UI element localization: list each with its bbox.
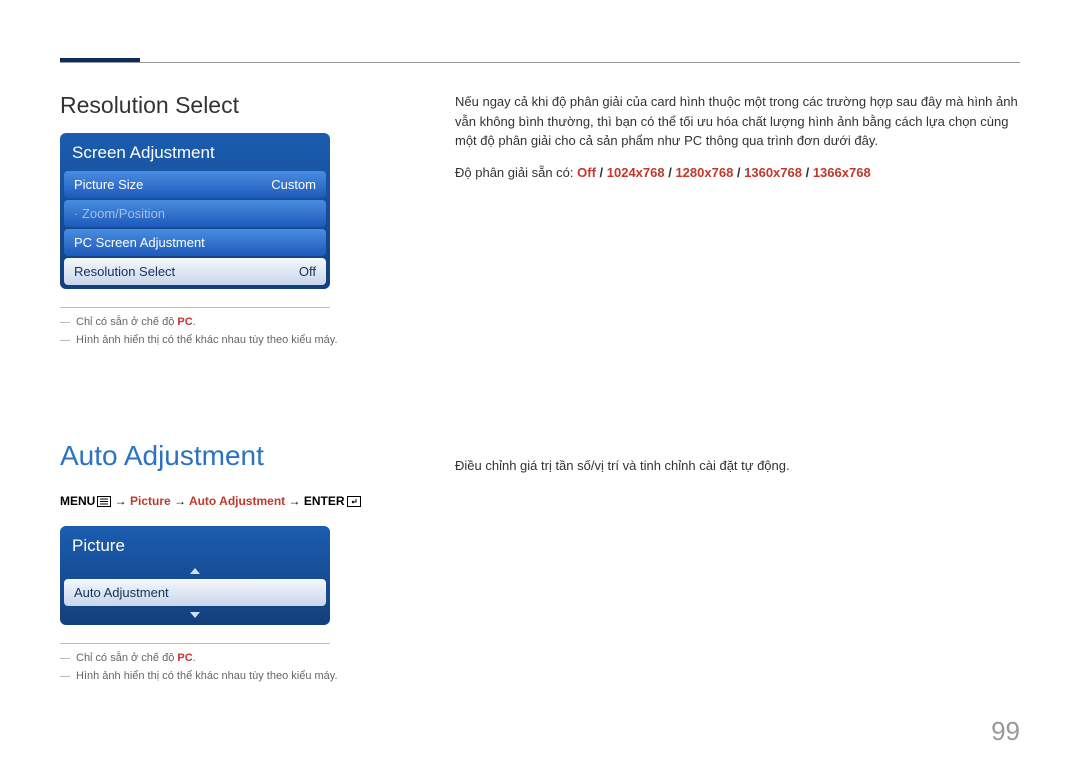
note-image-vary: Hình ảnh hiển thị có thể khác nhau tùy t…: [60, 670, 400, 682]
nav-arrow: →: [111, 494, 130, 508]
opt-1024: 1024x768: [607, 165, 665, 180]
sep: /: [733, 165, 744, 180]
osd-row-value: Off: [299, 264, 316, 279]
sep: /: [596, 165, 607, 180]
section-auto-adjustment-right: Điều chỉnh giá trị tần số/vị trí và tinh…: [455, 456, 1020, 490]
notes-divider: [60, 643, 330, 644]
avail-prefix: Độ phân giải sẵn có:: [455, 165, 577, 180]
note-text-suffix: .: [193, 316, 196, 328]
nav-breadcrumb: MENU → Picture → Auto Adjustment → ENTER: [60, 494, 400, 508]
note-pc-label: PC: [177, 652, 192, 664]
header-rule: [60, 62, 1020, 63]
section-auto-adjustment-left: Auto Adjustment MENU → Picture → Auto Ad…: [60, 440, 400, 688]
nav-picture: Picture: [130, 494, 171, 508]
opt-off: Off: [577, 165, 596, 180]
note-pc-only: Chỉ có sẵn ở chế độ PC.: [60, 316, 400, 328]
osd-row-label: Resolution Select: [74, 264, 175, 279]
osd-header: Picture: [62, 528, 328, 564]
osd-panel-screen-adjustment: Screen Adjustment Picture Size Custom · …: [60, 133, 330, 289]
osd-row-zoom-position[interactable]: · Zoom/Position: [64, 200, 326, 227]
body-paragraph: Điều chỉnh giá trị tần số/vị trí và tinh…: [455, 456, 1020, 476]
section-resolution-right: Nếu ngay cả khi độ phân giải của card hì…: [455, 92, 1020, 180]
nav-menu: MENU: [60, 494, 95, 508]
note-pc-label: PC: [177, 316, 192, 328]
section-resolution-left: Resolution Select Screen Adjustment Pict…: [60, 92, 400, 352]
osd-row-resolution-select[interactable]: Resolution Select Off: [64, 258, 326, 285]
enter-icon: [347, 496, 361, 507]
osd-row-label: PC Screen Adjustment: [74, 235, 205, 250]
nav-enter: ENTER: [304, 494, 345, 508]
sep: /: [665, 165, 676, 180]
osd-row-label: · Zoom/Position: [74, 206, 165, 221]
note-text-suffix: .: [193, 652, 196, 664]
note-pc-only: Chỉ có sẵn ở chế độ PC.: [60, 652, 400, 664]
opt-1360: 1360x768: [744, 165, 802, 180]
chevron-down-icon: [190, 612, 200, 618]
sep: /: [802, 165, 813, 180]
note-text: Hình ảnh hiển thị có thể khác nhau tùy t…: [76, 334, 338, 346]
notes-divider: [60, 307, 330, 308]
note-text: Hình ảnh hiển thị có thể khác nhau tùy t…: [76, 670, 338, 682]
page-number: 99: [991, 716, 1020, 747]
note-image-vary: Hình ảnh hiển thị có thể khác nhau tùy t…: [60, 334, 400, 346]
osd-row-value: Custom: [271, 177, 316, 192]
nav-arrow: →: [171, 494, 189, 508]
chevron-up-icon: [190, 568, 200, 574]
osd-row-label: Picture Size: [74, 177, 143, 192]
nav-arrow: →: [285, 494, 304, 508]
osd-header: Screen Adjustment: [62, 135, 328, 171]
osd-panel-picture: Picture Auto Adjustment: [60, 526, 330, 625]
section-title-resolution: Resolution Select: [60, 92, 400, 119]
opt-1280: 1280x768: [675, 165, 733, 180]
note-text-prefix: Chỉ có sẵn ở chế độ: [76, 652, 177, 664]
osd-row-picture-size[interactable]: Picture Size Custom: [64, 171, 326, 198]
menu-icon: [97, 496, 111, 507]
osd-nav-up[interactable]: [62, 564, 328, 579]
available-resolutions: Độ phân giải sẵn có: Off / 1024x768 / 12…: [455, 165, 1020, 180]
osd-row-label: Auto Adjustment: [74, 585, 169, 600]
osd-row-auto-adjustment[interactable]: Auto Adjustment: [64, 579, 326, 606]
nav-auto-adjustment: Auto Adjustment: [189, 494, 285, 508]
opt-1366: 1366x768: [813, 165, 871, 180]
osd-nav-down[interactable]: [62, 608, 328, 623]
osd-row-pc-screen-adjustment[interactable]: PC Screen Adjustment: [64, 229, 326, 256]
note-text-prefix: Chỉ có sẵn ở chế độ: [76, 316, 177, 328]
body-paragraph: Nếu ngay cả khi độ phân giải của card hì…: [455, 92, 1020, 151]
section-title-auto-adjustment: Auto Adjustment: [60, 440, 400, 472]
